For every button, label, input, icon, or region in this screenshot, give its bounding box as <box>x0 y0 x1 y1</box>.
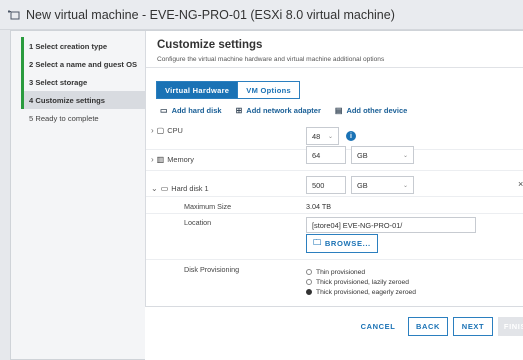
cpu-value: 48 <box>312 131 321 141</box>
cpu-select[interactable]: 48 ⌄ <box>306 127 339 145</box>
window-title: New virtual machine - EVE-NG-PRO-01 (ESX… <box>26 7 395 22</box>
finish-button[interactable]: FINISH <box>498 317 523 336</box>
step-label: 5 Ready to complete <box>29 113 99 123</box>
memory-unit: GB <box>357 150 368 160</box>
step-label: 1 Select creation type <box>29 41 108 51</box>
step-select-creation-type[interactable]: 1 Select creation type <box>21 37 149 55</box>
info-icon[interactable]: i <box>346 131 356 141</box>
memory-input[interactable]: 64 <box>306 146 346 164</box>
row-divider <box>146 170 523 171</box>
step-label: 4 Customize settings <box>29 95 105 105</box>
back-button[interactable]: BACK <box>408 317 448 336</box>
location-input[interactable]: [store04] EVE-NG-PRO-01/ <box>306 217 476 233</box>
row-divider <box>146 196 523 197</box>
step-select-name-guest-os[interactable]: 2 Select a name and guest OS <box>21 55 149 73</box>
step-ready-to-complete[interactable]: 5 Ready to complete <box>21 109 149 127</box>
hard-disk-icon: ▭ <box>160 184 169 193</box>
add-other-device-label: Add other device <box>346 106 408 115</box>
network-adapter-icon: ⊞ <box>235 106 243 115</box>
step-customize-settings[interactable]: 4 Customize settings <box>21 91 149 109</box>
memory-value: 64 <box>312 150 321 160</box>
location-label: Location <box>184 218 212 227</box>
folder-icon: 🗀 <box>313 237 322 247</box>
hardware-toolbar: ▭ Add hard disk ⊞ Add network adapter ▤ … <box>160 106 421 115</box>
wizard-footer: CANCEL BACK NEXT FINISH <box>145 306 523 360</box>
memory-icon: ▥ <box>156 155 165 164</box>
hard-disk-size-value: 500 <box>312 180 325 190</box>
chevron-down-icon: ⌄ <box>327 133 333 140</box>
next-button[interactable]: NEXT <box>453 317 493 336</box>
settings-tabs: Virtual Hardware VM Options <box>156 81 300 99</box>
hard-disk-unit-select[interactable]: GB ⌄ <box>351 176 414 194</box>
hard-disk-row-label[interactable]: ⌄ ▭ Hard disk 1 <box>151 184 209 193</box>
max-size-label: Maximum Size <box>184 202 232 211</box>
page-title: Customize settings <box>157 39 263 51</box>
chevron-down-icon: ⌄ <box>402 152 408 159</box>
wizard-dialog: 1 Select creation type 2 Select a name a… <box>10 30 523 360</box>
remove-hard-disk-button[interactable]: × <box>518 179 523 189</box>
row-divider <box>146 259 523 260</box>
max-size-value: 3.04 TB <box>306 202 332 211</box>
radio-label: Thick provisioned, lazily zeroed <box>316 278 409 286</box>
radio-indicator <box>306 279 312 285</box>
browse-label: BROWSE... <box>324 239 371 248</box>
radio-label: Thick provisioned, eagerly zeroed <box>316 288 416 296</box>
location-value: [store04] EVE-NG-PRO-01/ <box>312 220 403 230</box>
radio-indicator <box>306 289 312 295</box>
header-divider <box>146 67 523 68</box>
radio-indicator <box>306 269 312 275</box>
tab-virtual-hardware[interactable]: Virtual Hardware <box>156 81 239 99</box>
wizard-steps: 1 Select creation type 2 Select a name a… <box>21 37 149 127</box>
memory-row-label[interactable]: › ▥ Memory <box>151 155 194 164</box>
new-vm-icon <box>4 5 24 25</box>
cpu-icon: ▢ <box>156 126 165 135</box>
cpu-label: CPU <box>167 126 183 135</box>
disk-provisioning-label: Disk Provisioning <box>184 265 240 274</box>
page-subtitle: Configure the virtual machine hardware a… <box>157 56 385 63</box>
step-label: 3 Select storage <box>29 77 88 87</box>
disk-provisioning-options: Thin provisioned Thick provisioned, lazi… <box>306 267 416 297</box>
memory-label: Memory <box>167 155 194 164</box>
window-titlebar: New virtual machine - EVE-NG-PRO-01 (ESX… <box>0 0 523 30</box>
device-icon: ▤ <box>334 106 343 115</box>
add-network-adapter-button[interactable]: ⊞ Add network adapter <box>236 106 321 115</box>
add-hard-disk-button[interactable]: ▭ Add hard disk <box>160 106 222 115</box>
add-network-adapter-label: Add network adapter <box>246 106 321 115</box>
hard-disk-unit: GB <box>357 180 368 190</box>
cancel-button[interactable]: CANCEL <box>355 317 401 336</box>
radio-label: Thin provisioned <box>316 268 366 276</box>
chevron-right-icon: › <box>151 126 154 135</box>
cpu-row-label[interactable]: › ▢ CPU <box>151 126 183 135</box>
radio-thick-eagerly-zeroed[interactable]: Thick provisioned, eagerly zeroed <box>306 287 416 297</box>
tab-vm-options[interactable]: VM Options <box>237 81 300 99</box>
add-hard-disk-label: Add hard disk <box>171 106 222 115</box>
browse-button[interactable]: 🗀 BROWSE... <box>306 234 378 253</box>
chevron-down-icon: ⌄ <box>402 182 408 189</box>
hard-disk-label: Hard disk 1 <box>171 184 209 193</box>
row-divider <box>146 213 523 214</box>
hard-disk-icon: ▭ <box>160 106 168 115</box>
chevron-down-icon: ⌄ <box>151 184 158 193</box>
radio-thick-lazily-zeroed[interactable]: Thick provisioned, lazily zeroed <box>306 277 416 287</box>
add-other-device-button[interactable]: ▤ Add other device <box>335 106 407 115</box>
memory-unit-select[interactable]: GB ⌄ <box>351 146 414 164</box>
step-label: 2 Select a name and guest OS <box>29 59 138 69</box>
step-select-storage[interactable]: 3 Select storage <box>21 73 149 91</box>
radio-thin-provisioned[interactable]: Thin provisioned <box>306 267 416 277</box>
hard-disk-size-input[interactable]: 500 <box>306 176 346 194</box>
chevron-right-icon: › <box>151 155 154 164</box>
